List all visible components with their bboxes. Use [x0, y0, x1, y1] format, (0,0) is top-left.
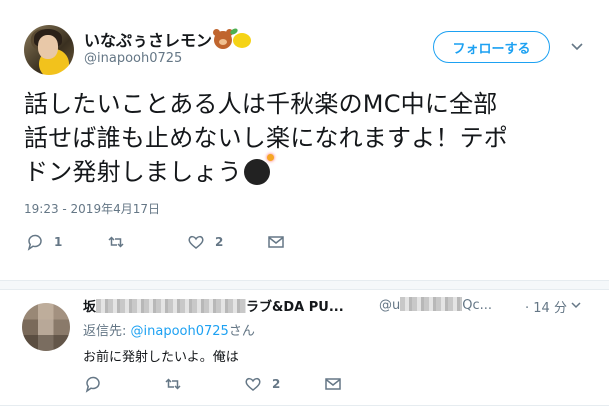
reply-to-line: 返信先: @inapooh0725さん	[83, 320, 255, 339]
heart-icon	[245, 377, 261, 391]
dm-action[interactable]	[267, 233, 285, 251]
envelope-icon	[268, 236, 284, 248]
bottom-divider	[0, 405, 609, 406]
reply-icon	[85, 376, 100, 393]
reply-like-action[interactable]: 2	[244, 375, 280, 393]
bomb-icon	[243, 154, 274, 185]
author-display-name[interactable]: いなぷぅさレモン	[84, 27, 252, 51]
reply-icon	[27, 234, 42, 251]
tweet-text-line-2: 話せば誰も止めないし楽になれますよ！テポ	[24, 124, 508, 152]
reply-to-label: 返信先:	[83, 324, 131, 339]
tweet-timestamp[interactable]: 19:23 - 2019年4月17日	[24, 200, 160, 217]
reply-to-mention[interactable]: @inapooh0725	[131, 324, 229, 339]
tweet-text: 話したいことある人は千秋楽のMC中に全部 話せば誰も止めないし楽になれますよ！テ…	[24, 87, 584, 189]
blurred-name-part	[96, 299, 247, 313]
like-action[interactable]: 2	[187, 233, 223, 251]
reply-handle-start: @u	[379, 298, 401, 313]
bear-face-icon	[213, 29, 234, 49]
reply-author-name[interactable]: 坂 ラブ&DA PU...	[83, 296, 344, 315]
reply-timestamp[interactable]: · 14 分	[525, 297, 567, 316]
tweet-text-line-3: ドン発射しましょう	[24, 154, 584, 189]
reply-name-visible: ラブ&DA PU...	[246, 300, 344, 315]
retweet-icon	[165, 378, 181, 390]
reply-text: お前に発射したいよ。俺は	[83, 350, 239, 365]
envelope-icon	[325, 378, 341, 390]
reply-handle-end: Qc...	[462, 298, 493, 313]
avatar-face	[38, 35, 58, 59]
reply-author-handle[interactable]: @u Qc...	[379, 297, 492, 313]
lemon-icon	[233, 33, 252, 48]
reply-author-avatar[interactable]	[22, 303, 70, 351]
reply-to-suffix: さん	[228, 324, 255, 339]
follow-button[interactable]: フォローする	[433, 31, 550, 63]
reply-name-start: 坂	[83, 300, 97, 315]
reply-chevron-down-icon[interactable]	[570, 299, 582, 311]
retweet-action[interactable]	[107, 233, 135, 251]
reply-action[interactable]: 1	[26, 233, 62, 251]
reply-reply-action[interactable]	[84, 375, 112, 393]
reply-count: 1	[54, 235, 63, 249]
like-count: 2	[215, 235, 224, 249]
author-handle[interactable]: @inapooh0725	[84, 51, 182, 66]
tweet-text-line-3-text: ドン発射しましょう	[24, 158, 242, 186]
author-name-text: いなぷぅさレモン	[84, 31, 213, 50]
blurred-handle-part	[400, 297, 463, 311]
reply-like-count: 2	[272, 377, 281, 391]
retweet-icon	[108, 236, 124, 248]
chevron-down-icon[interactable]	[570, 40, 584, 54]
section-separator	[0, 280, 609, 290]
heart-icon	[188, 235, 204, 249]
tweet-text-line-1: 話したいことある人は千秋楽のMC中に全部	[24, 90, 498, 118]
reply-retweet-action[interactable]	[164, 375, 192, 393]
author-avatar[interactable]	[24, 25, 74, 75]
reply-dm-action[interactable]	[324, 375, 342, 393]
